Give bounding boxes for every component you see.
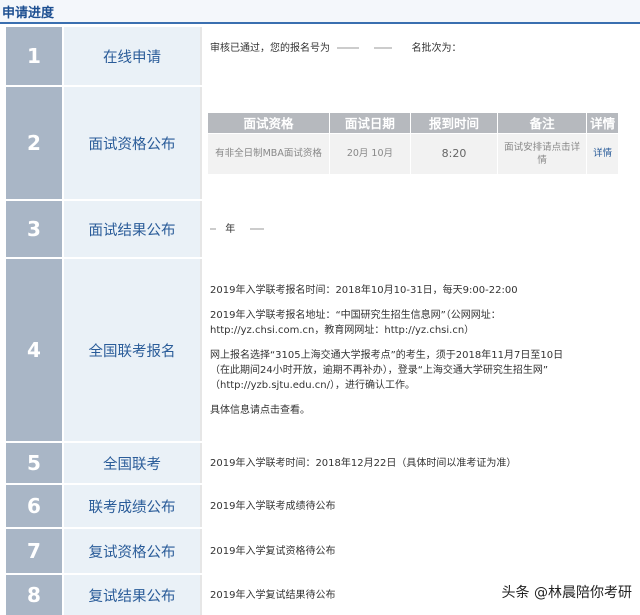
step-1-row: 1 在线申请 审核已通过，您的报名号为 名批次为：: [6, 27, 636, 87]
col-header: 备注: [497, 111, 588, 134]
step-label: 在线申请: [64, 27, 202, 85]
table-cell: 8:20: [409, 132, 499, 175]
step-number: 4: [6, 259, 64, 441]
step-5-row: 5 全国联考 2019年入学联考时间：2018年12月22日（具体时间以准考证为…: [6, 443, 636, 485]
step-label: 全国联考报名: [64, 259, 202, 441]
interview-table: 面试资格 面试日期 报到时间 备注 详情 有非全日制MBA面试资格 20月 10…: [207, 111, 619, 175]
redacted-mark: [374, 47, 393, 49]
table-cell: 有非全日制MBA面试资格: [207, 132, 330, 175]
exam-registration-url[interactable]: http://yz.chsi.com.cn，教育网网址：http://yz.ch…: [210, 323, 628, 338]
step-label: 复试结果公布: [64, 575, 202, 615]
score-status: 2019年入学联考成绩待公布: [210, 500, 336, 512]
col-header: 报到时间: [409, 111, 499, 134]
table-row: 有非全日制MBA面试资格 20月 10月 8:20 面试安排请点击详情 详情: [207, 132, 619, 175]
progress-steps: 1 在线申请 审核已通过，您的报名号为 名批次为： 2 面试资格公布 面试资格 …: [6, 27, 636, 615]
step-label: 面试结果公布: [64, 201, 202, 257]
step-number: 7: [6, 529, 64, 573]
details-link[interactable]: 详情: [586, 132, 619, 175]
step-7-row: 7 复试资格公布 2019年入学复试资格待公布: [6, 529, 636, 575]
exam-confirm-info: 网上报名选择“3105上海交通大学报考点”的考生，须于2018年11月7日至10…: [210, 349, 564, 361]
details-link[interactable]: 具体信息请点击查看。: [210, 403, 628, 418]
step-number: 8: [6, 575, 64, 615]
result-text: 年: [225, 223, 236, 235]
exam-confirm-url[interactable]: （http://yzb.sjtu.edu.cn/），进行确认工作。: [210, 378, 628, 393]
col-header: 详情: [586, 111, 619, 134]
exam-time: 2019年入学联考时间：2018年12月22日（具体时间以准考证为准）: [210, 457, 517, 469]
step-number: 6: [6, 485, 64, 527]
header-bar: 申请进度: [0, 0, 640, 24]
step-content: 2019年入学联考成绩待公布: [202, 485, 636, 527]
table-cell: 面试安排请点击详情: [497, 132, 588, 175]
redacted-mark: [337, 47, 360, 49]
step-content: 年: [202, 201, 636, 257]
step-content: 2019年入学联考时间：2018年12月22日（具体时间以准考证为准）: [202, 443, 636, 483]
step-content: 审核已通过，您的报名号为 名批次为：: [202, 27, 636, 85]
step-6-row: 6 联考成绩公布 2019年入学联考成绩待公布: [6, 485, 636, 529]
step-content: 2019年入学联考报名时间：2018年10月10-31日，每天9:00-22:0…: [202, 259, 636, 441]
page-title: 申请进度: [2, 6, 55, 21]
step-2-row: 2 面试资格公布 面试资格 面试日期 报到时间 备注 详情 有非全日制MBA面试…: [6, 87, 636, 201]
redacted-mark: [210, 227, 216, 230]
table-cell: 20月 10月: [328, 132, 411, 175]
exam-confirm-info: （在此期间24小时开放，逾期不再补办），登录“上海交通大学研究生招生网”: [210, 364, 549, 376]
watermark: 头条 @林晨陪你考研: [501, 585, 632, 601]
step-label: 全国联考: [64, 443, 202, 483]
step-label: 复试资格公布: [64, 529, 202, 573]
step-content: 2019年入学复试资格待公布: [202, 529, 636, 573]
step-content: 面试资格 面试日期 报到时间 备注 详情 有非全日制MBA面试资格 20月 10…: [202, 87, 636, 199]
redacted-mark: [250, 227, 265, 230]
step-number: 2: [6, 87, 64, 199]
col-header: 面试日期: [328, 111, 411, 134]
table-header-row: 面试资格 面试日期 报到时间 备注 详情: [207, 111, 619, 134]
step-4-row: 4 全国联考报名 2019年入学联考报名时间：2018年10月10-31日，每天…: [6, 259, 636, 443]
step-label: 面试资格公布: [64, 87, 202, 199]
exam-registration-time: 2019年入学联考报名时间：2018年10月10-31日，每天9:00-22:0…: [210, 284, 518, 296]
step-number: 1: [6, 27, 64, 85]
step-3-row: 3 面试结果公布 年: [6, 201, 636, 259]
step-number: 3: [6, 201, 64, 257]
step-label: 联考成绩公布: [64, 485, 202, 527]
col-header: 面试资格: [207, 111, 330, 134]
approval-text: 审核已通过，您的报名号为: [210, 43, 330, 54]
step-number: 5: [6, 443, 64, 483]
exam-registration-address: 2019年入学联考报名地址：“中国研究生招生信息网”（公网网址：: [210, 309, 501, 321]
batch-text: 名批次为：: [411, 43, 462, 54]
retest-qualification-status: 2019年入学复试资格待公布: [210, 545, 336, 557]
